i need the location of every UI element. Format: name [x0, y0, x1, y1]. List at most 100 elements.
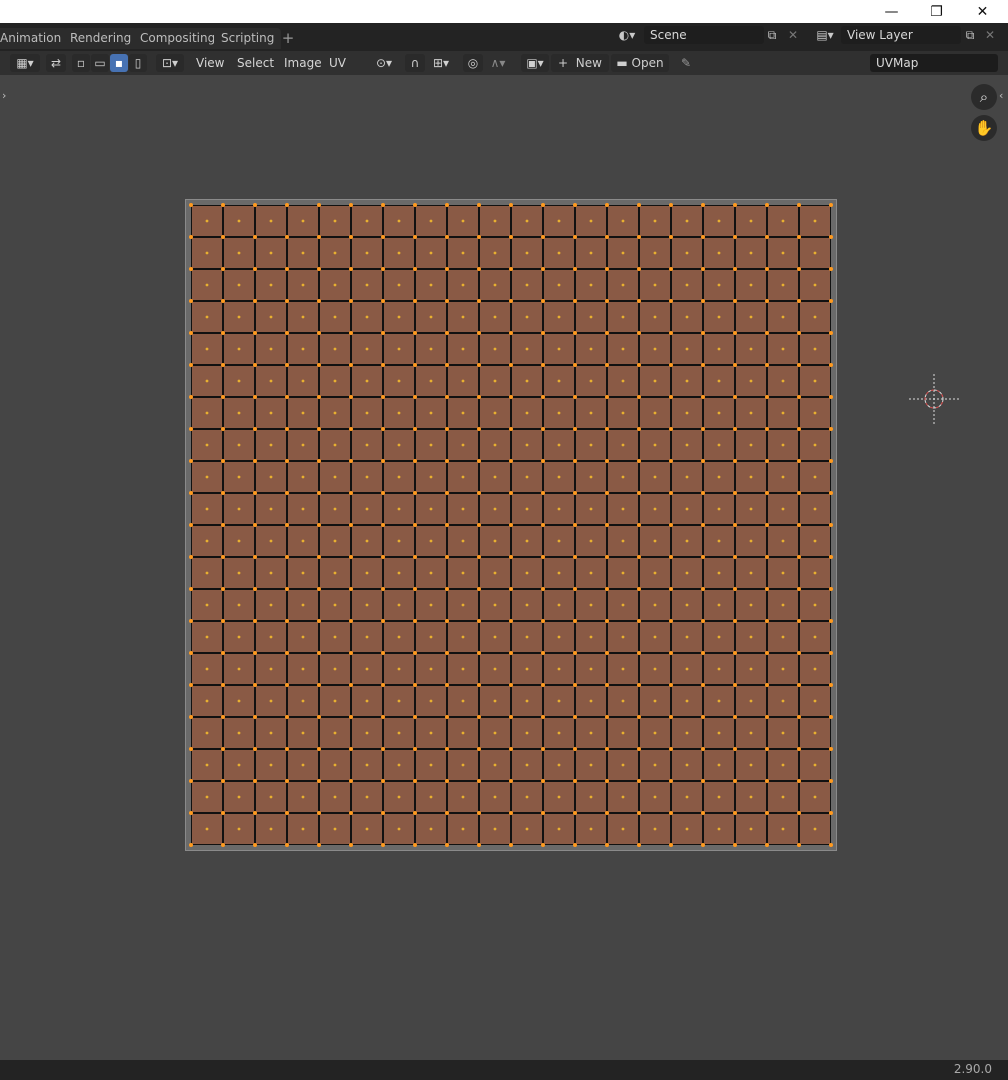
uv-vertex[interactable]: [317, 395, 321, 399]
uv-vertex[interactable]: [733, 619, 737, 623]
uv-vertex[interactable]: [381, 619, 385, 623]
uv-vertex[interactable]: [317, 651, 321, 655]
uv-vertex[interactable]: [445, 395, 449, 399]
uv-vertex[interactable]: [573, 747, 577, 751]
uv-vertex[interactable]: [541, 619, 545, 623]
uv-vertex[interactable]: [829, 555, 833, 559]
uv-vertex[interactable]: [477, 395, 481, 399]
uv-vertex[interactable]: [765, 459, 769, 463]
uv-vertex[interactable]: [701, 459, 705, 463]
uv-vertex[interactable]: [541, 715, 545, 719]
uv-vertex[interactable]: [637, 395, 641, 399]
uv-vertex[interactable]: [541, 427, 545, 431]
uv-vertex[interactable]: [605, 619, 609, 623]
uv-vertex[interactable]: [765, 523, 769, 527]
uv-vertex[interactable]: [413, 555, 417, 559]
uv-vertex[interactable]: [797, 203, 801, 207]
menu-select[interactable]: Select: [237, 54, 274, 72]
uv-vertex[interactable]: [765, 331, 769, 335]
uv-vertex[interactable]: [829, 491, 833, 495]
uv-vertex[interactable]: [189, 715, 193, 719]
uv-vertex[interactable]: [349, 555, 353, 559]
uv-vertex[interactable]: [669, 491, 673, 495]
uv-vertex[interactable]: [253, 555, 257, 559]
uv-vertex[interactable]: [637, 459, 641, 463]
uv-vertex[interactable]: [605, 203, 609, 207]
uv-vertex[interactable]: [189, 395, 193, 399]
uv-vertex[interactable]: [765, 235, 769, 239]
uv-vertex[interactable]: [765, 811, 769, 815]
uv-vertex[interactable]: [573, 619, 577, 623]
uv-vertex[interactable]: [189, 619, 193, 623]
uv-vertex[interactable]: [189, 843, 193, 847]
uv-vertex[interactable]: [701, 267, 705, 271]
uv-vertex[interactable]: [829, 235, 833, 239]
uv-vertex[interactable]: [669, 523, 673, 527]
uv-vertex[interactable]: [669, 843, 673, 847]
uv-vertex[interactable]: [797, 747, 801, 751]
new-view-layer-button[interactable]: ⧉: [960, 26, 980, 44]
uv-vertex[interactable]: [317, 267, 321, 271]
uv-vertex[interactable]: [509, 203, 513, 207]
uv-vertex[interactable]: [477, 683, 481, 687]
uv-vertex[interactable]: [541, 779, 545, 783]
uv-vertex[interactable]: [317, 331, 321, 335]
uv-vertex[interactable]: [573, 491, 577, 495]
uv-vertex[interactable]: [445, 299, 449, 303]
uv-vertex[interactable]: [669, 331, 673, 335]
uv-vertex[interactable]: [285, 555, 289, 559]
uv-vertex[interactable]: [637, 267, 641, 271]
face-select-mode-button[interactable]: ▪: [110, 54, 128, 72]
uv-vertex[interactable]: [285, 683, 289, 687]
uv-vertex[interactable]: [797, 683, 801, 687]
uv-vertex[interactable]: [221, 459, 225, 463]
uv-vertex[interactable]: [509, 363, 513, 367]
uv-vertex[interactable]: [605, 843, 609, 847]
uv-vertex[interactable]: [829, 715, 833, 719]
uv-vertex[interactable]: [477, 523, 481, 527]
uv-vertex[interactable]: [669, 459, 673, 463]
view-layer-selector-button[interactable]: ▤▾: [810, 26, 840, 44]
uv-vertex[interactable]: [765, 203, 769, 207]
uv-vertex[interactable]: [445, 747, 449, 751]
uv-vertex[interactable]: [253, 299, 257, 303]
uv-vertex[interactable]: [541, 555, 545, 559]
uv-vertex[interactable]: [733, 299, 737, 303]
uv-vertex[interactable]: [445, 491, 449, 495]
uv-vertex[interactable]: [285, 811, 289, 815]
uv-vertex[interactable]: [605, 683, 609, 687]
uv-vertex[interactable]: [669, 619, 673, 623]
uv-vertex[interactable]: [765, 299, 769, 303]
uv-vertex[interactable]: [349, 843, 353, 847]
uv-vertex[interactable]: [509, 299, 513, 303]
uv-vertex[interactable]: [733, 235, 737, 239]
uv-vertex[interactable]: [445, 683, 449, 687]
uv-vertex[interactable]: [413, 395, 417, 399]
uv-vertex[interactable]: [541, 747, 545, 751]
tab-rendering[interactable]: Rendering: [63, 28, 139, 49]
uv-vertex[interactable]: [701, 363, 705, 367]
uv-vertex[interactable]: [541, 267, 545, 271]
uv-vertex[interactable]: [221, 843, 225, 847]
uv-vertex[interactable]: [189, 747, 193, 751]
uv-vertex[interactable]: [701, 203, 705, 207]
uv-vertex[interactable]: [317, 779, 321, 783]
uv-vertex[interactable]: [829, 331, 833, 335]
uv-vertex[interactable]: [253, 811, 257, 815]
uv-vertex[interactable]: [733, 811, 737, 815]
uv-vertex[interactable]: [317, 811, 321, 815]
uv-vertex[interactable]: [765, 427, 769, 431]
uv-vertex[interactable]: [189, 427, 193, 431]
uv-vertex[interactable]: [189, 523, 193, 527]
uv-vertex[interactable]: [573, 843, 577, 847]
uv-vertex[interactable]: [189, 651, 193, 655]
uv-vertex[interactable]: [349, 523, 353, 527]
uv-vertex[interactable]: [733, 715, 737, 719]
uv-vertex[interactable]: [477, 427, 481, 431]
uv-vertex[interactable]: [349, 331, 353, 335]
uv-vertex[interactable]: [317, 235, 321, 239]
uv-vertex[interactable]: [381, 427, 385, 431]
uv-vertex[interactable]: [797, 715, 801, 719]
uv-vertex[interactable]: [317, 459, 321, 463]
uv-vertex[interactable]: [445, 363, 449, 367]
